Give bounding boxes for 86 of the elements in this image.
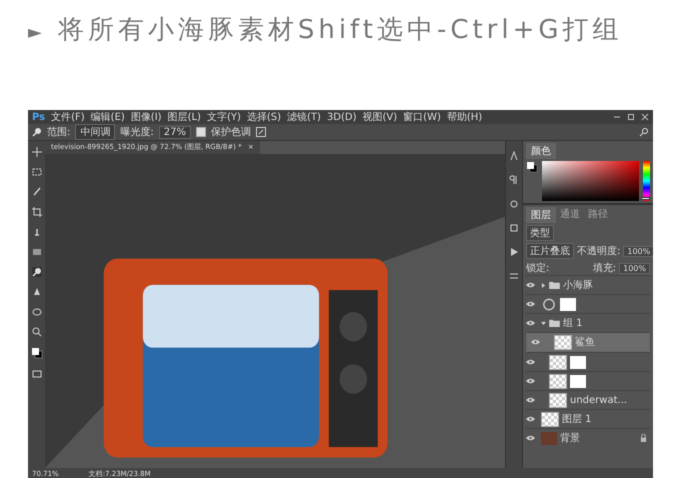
menu-item[interactable]: 图层(L) xyxy=(168,110,201,124)
dodge-tool-icon[interactable] xyxy=(32,127,42,137)
eye-icon[interactable] xyxy=(526,301,535,307)
menu-item[interactable]: 滤镜(T) xyxy=(287,110,321,124)
menu-item[interactable]: 视图(V) xyxy=(362,110,398,124)
hue-slider-thumb[interactable] xyxy=(641,196,650,200)
layer-name: 组 1 xyxy=(563,317,583,330)
menu-item[interactable]: 编辑(E) xyxy=(90,110,125,124)
exposure-field[interactable]: 27% xyxy=(158,126,191,138)
layer-name: 小海豚 xyxy=(563,278,593,292)
eye-icon[interactable] xyxy=(531,339,540,345)
folder-icon xyxy=(549,319,560,327)
layer-name: 图层 1 xyxy=(562,413,592,426)
layer-name: 鲨鱼 xyxy=(575,336,595,349)
layer-row[interactable]: underwat... xyxy=(526,390,650,409)
layer-row[interactable] xyxy=(526,371,650,390)
panel-tab[interactable]: 图层 xyxy=(526,207,556,223)
mask-thumbnail xyxy=(570,374,586,388)
range-label: 范围: xyxy=(47,126,70,139)
protect-tone-checkbox[interactable] xyxy=(196,127,206,137)
eye-icon[interactable] xyxy=(526,359,535,365)
character-icon[interactable] xyxy=(509,151,519,161)
exposure-label: 曝光度: xyxy=(120,126,154,139)
range-dropdown[interactable]: 中间调 xyxy=(75,124,116,140)
opacity-label: 不透明度: xyxy=(577,244,620,258)
dodge-tool-icon[interactable] xyxy=(32,267,42,277)
eye-icon[interactable] xyxy=(526,435,535,441)
layer-name: underwat... xyxy=(570,394,628,406)
layer-row[interactable] xyxy=(526,294,650,313)
layer-row[interactable]: 小海豚 xyxy=(526,275,650,294)
layer-thumbnail xyxy=(549,374,567,388)
fill-field[interactable]: 100% xyxy=(619,262,650,274)
layer-row[interactable]: 鲨鱼 xyxy=(526,332,650,352)
layer-name: 背景 xyxy=(560,432,580,445)
search-icon[interactable] xyxy=(639,127,649,137)
menu-item[interactable]: 图像(I) xyxy=(130,110,162,124)
layer-thumbnail xyxy=(549,354,567,370)
menu-item[interactable]: 帮助(H) xyxy=(446,110,482,124)
caret-icon[interactable] xyxy=(541,320,546,326)
layer-thumbnail xyxy=(541,432,557,444)
lock-icon xyxy=(640,434,647,442)
folder-icon xyxy=(549,281,560,289)
lock-label: 锁定: xyxy=(526,262,550,275)
color-swatches-icon[interactable] xyxy=(30,347,42,359)
menu-item[interactable]: 窗口(W) xyxy=(403,110,441,124)
play-icon[interactable] xyxy=(509,247,519,257)
blend-mode-dropdown[interactable]: 正片叠底 xyxy=(526,243,574,259)
adjustment-icon xyxy=(541,298,557,310)
heading-text: ► 将所有小海豚素材Shift选中-Ctrl+G打组 xyxy=(27,14,624,47)
opacity-field[interactable]: 100% xyxy=(623,246,653,256)
menu-item[interactable]: 文件(F) xyxy=(51,110,85,124)
brush-icon[interactable] xyxy=(32,187,42,197)
color-picker[interactable] xyxy=(542,161,639,201)
layer-thumbnail xyxy=(554,334,572,350)
mask-thumbnail xyxy=(570,356,586,368)
menu-item[interactable]: 文字(Y) xyxy=(206,110,241,124)
layer-thumbnail xyxy=(549,392,567,408)
layer-row[interactable] xyxy=(526,352,650,371)
menu-item[interactable]: 选择(S) xyxy=(246,110,282,124)
quick-mask-icon[interactable] xyxy=(32,369,42,379)
paragraph-icon[interactable] xyxy=(509,175,519,185)
layer-thumbnail xyxy=(541,412,559,426)
zoom-icon[interactable] xyxy=(32,327,42,337)
move-icon[interactable] xyxy=(32,147,42,157)
color-swatches-icon[interactable] xyxy=(526,161,538,173)
eye-icon[interactable] xyxy=(526,378,535,384)
ellipse-icon[interactable] xyxy=(32,307,42,317)
protect-tone-label: 保护色调 xyxy=(210,126,251,139)
close-icon[interactable] xyxy=(641,113,649,121)
layer-row[interactable]: 图层 1 xyxy=(526,409,650,428)
mask-thumbnail xyxy=(560,298,576,310)
layer-row[interactable]: 背景 xyxy=(526,428,650,447)
eye-icon[interactable] xyxy=(526,416,535,422)
filter-dropdown[interactable]: 类型 xyxy=(526,225,554,241)
eye-icon[interactable] xyxy=(526,397,535,403)
eye-icon[interactable] xyxy=(526,320,535,326)
crop-icon[interactable] xyxy=(32,207,42,217)
menu-item[interactable]: 3D(D) xyxy=(326,112,357,122)
restore-icon[interactable] xyxy=(627,113,635,121)
dashed-rectangle-icon[interactable] xyxy=(32,167,42,177)
caret-icon[interactable] xyxy=(541,282,546,288)
pressure-icon[interactable] xyxy=(256,127,266,137)
color-tab[interactable]: 颜色 xyxy=(526,143,556,159)
fill-label: 填充: xyxy=(592,262,616,275)
eye-icon[interactable] xyxy=(526,282,535,288)
app-logo: Ps xyxy=(32,112,46,122)
